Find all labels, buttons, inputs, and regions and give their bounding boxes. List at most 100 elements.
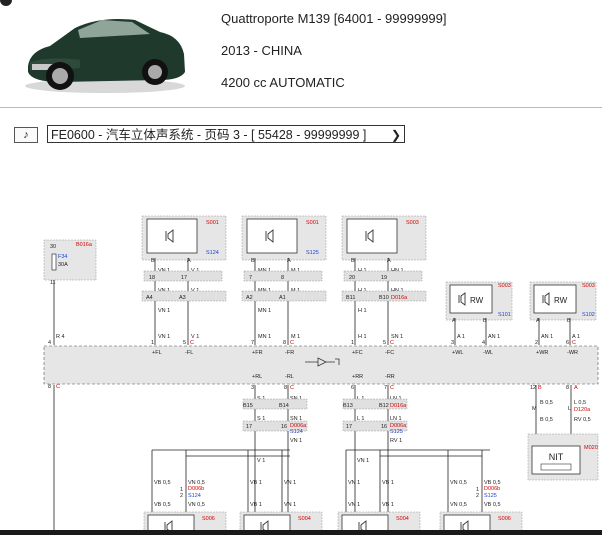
wire-label: VB 0,5 [154, 480, 171, 486]
fuse-rating: 30A [58, 262, 68, 268]
speaker-pin: B [151, 258, 155, 264]
speaker-sref: S125 [306, 250, 319, 256]
speaker-rw-label: RW [470, 296, 484, 305]
conn-pin: 5 [183, 340, 186, 346]
wire-label: A 1 [457, 334, 465, 340]
wire-label: AN 1 [541, 334, 553, 340]
conn-pin: 2 [535, 340, 538, 346]
conn-label: -FR [285, 350, 294, 356]
conn-letter: C [390, 385, 394, 391]
conn-id: B10 [379, 295, 389, 301]
nit-connector-icon [540, 463, 572, 471]
speaker-sref: S101 [498, 312, 511, 318]
conn-pin: 1 [351, 340, 354, 346]
wire-label: H 1 [358, 308, 367, 314]
music-note-icon[interactable]: ♪ [14, 127, 38, 143]
wire-ref: D016a [390, 403, 407, 409]
bottom-scrollbar[interactable] [0, 530, 602, 535]
wire-label: VN 1 [158, 308, 170, 314]
wire-label: VN 1 [348, 502, 360, 508]
conn-letter: C [290, 340, 294, 346]
conn-id: B12 [379, 403, 389, 409]
conn-id: A2 [246, 295, 253, 301]
conn-label: +WL [452, 350, 463, 356]
conn-letter: C [56, 384, 60, 390]
speaker-pin: A [536, 318, 540, 324]
nit-ref: M020 [584, 445, 598, 451]
speaker-rw-label: RW [554, 296, 568, 305]
speaker-pin: B [251, 258, 255, 264]
fuse-symbol [51, 253, 57, 271]
wire-label: VN 0,5 [450, 480, 467, 486]
conn-label: +RL [252, 374, 262, 380]
wire-sref: S125 [390, 429, 403, 435]
wire-label: VN 1 [158, 334, 170, 340]
wire-label: VN 1 [357, 458, 369, 464]
header-divider [0, 107, 602, 108]
speaker-ref: S003 [406, 220, 419, 226]
speaker-ref: S006 [202, 516, 215, 522]
conn-letter: C [290, 385, 294, 391]
wire-label: VB 1 [382, 502, 394, 508]
speaker-front [346, 218, 398, 254]
conn-pin: 4 [482, 340, 485, 346]
conn-pin: 17 [346, 424, 352, 430]
wire-label: VB 0,5 [154, 502, 171, 508]
wire-sref: S124 [188, 493, 201, 499]
wire-label: B 0,5 [540, 417, 553, 423]
conn-label: +FL [152, 350, 162, 356]
conn-pin: 17 [246, 424, 252, 430]
speaker-sref: S102 [582, 312, 595, 318]
conn-id: B13 [343, 403, 353, 409]
vehicle-year-market: 2013 - CHINA [221, 43, 302, 58]
wire-label: AN 1 [488, 334, 500, 340]
wire-label: VN 0,5 [450, 502, 467, 508]
fuse-wire-label: R 4 [56, 334, 65, 340]
conn-pin: 12 [530, 385, 536, 391]
wire-label: MN 1 [258, 334, 271, 340]
wiring-diagram: B016a30F3430A11R 44+308CN 4S001S124BAVN … [43, 215, 599, 535]
wire-label: VN 1 [284, 502, 296, 508]
wire-label: VN 1 [348, 480, 360, 486]
wire-label: VB 1 [382, 480, 394, 486]
speaker-front [246, 218, 298, 254]
vehicle-model: Quattroporte M139 [64001 - 99999999] [221, 11, 447, 26]
conn-pin: 18 [149, 275, 155, 281]
speaker-ref: S004 [298, 516, 311, 522]
vehicle-engine: 4200 cc AUTOMATIC [221, 75, 345, 90]
conn-pin: 2 [476, 493, 479, 499]
conn-pin: 19 [381, 275, 387, 281]
fuse-name: F34 [58, 254, 67, 260]
speaker-ref: S001 [306, 220, 319, 226]
conn-pin: 8 [284, 385, 287, 391]
conn-letter: B [538, 385, 542, 391]
conn-letter: C [572, 340, 576, 346]
wire-label: RV 1 [390, 438, 402, 444]
wire-label: RV 0,5 [574, 417, 591, 423]
radio-unit [43, 345, 599, 385]
conn-id: A3 [179, 295, 186, 301]
conn-pin: 8 [566, 385, 569, 391]
conn-pin: 3 [451, 340, 454, 346]
wire-label: VN 1 [290, 438, 302, 444]
conn-label: -RL [285, 374, 294, 380]
nit-label: NIT [549, 452, 564, 462]
wire-label: VB 1 [250, 502, 262, 508]
wire-sref: S124 [290, 429, 303, 435]
conn-pin: 6 [351, 385, 354, 391]
conn-label: -WR [567, 350, 578, 356]
speaker-ref: S006 [498, 516, 511, 522]
fuse-pin: 30 [50, 244, 56, 250]
conn-pin: 5 [383, 340, 386, 346]
fuse-ref: B016a [76, 242, 93, 248]
wire-label: B 0,5 [540, 400, 553, 406]
wire-label: MN 1 [258, 308, 271, 314]
conn-pin: 16 [281, 424, 287, 430]
conn-label: +RR [352, 374, 363, 380]
page-selector[interactable]: FE0600 - 汽车立体声系统 - 页码 3 - [ 55428 - 9999… [47, 125, 405, 143]
wire-ref: D006b [484, 486, 500, 492]
conn-label: +FR [252, 350, 263, 356]
conn-id: L [568, 406, 571, 412]
conn-label: +FC [352, 350, 363, 356]
wire-ref: D016a [391, 295, 408, 301]
